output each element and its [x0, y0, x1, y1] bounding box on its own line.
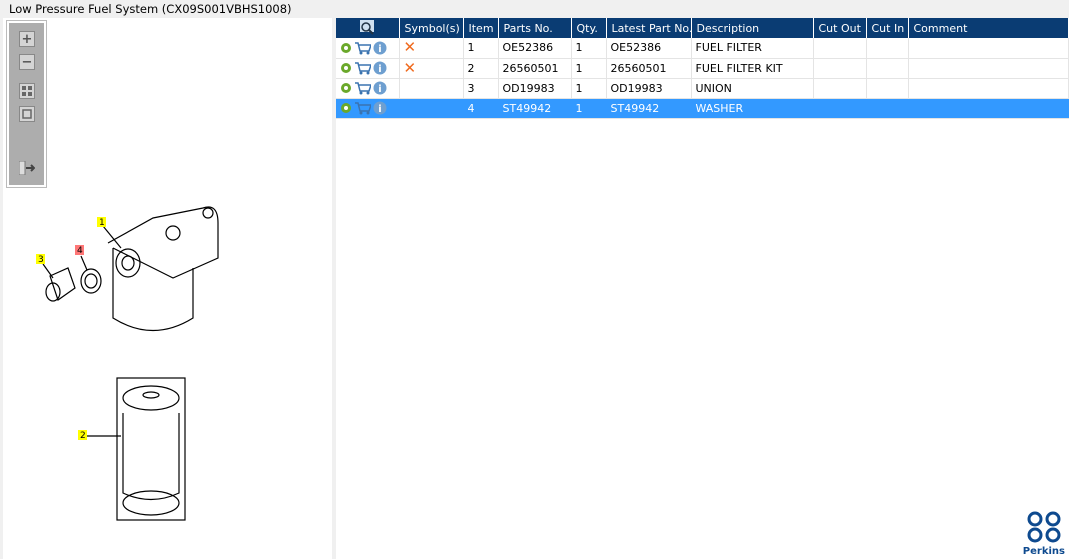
shopping-cart-icon[interactable] — [354, 61, 371, 75]
parts-table: Symbol(s) Item Parts No. Qty. Latest Par… — [336, 18, 1069, 119]
illustration-panel: + − 1 2 3 4 — [3, 18, 332, 559]
zoom-out-button[interactable]: − — [19, 54, 35, 70]
table-row[interactable]: i ✕ 2 26560501 1 26560501 FUEL FILTER KIT — [336, 58, 1069, 79]
callout-1[interactable]: 1 — [99, 218, 105, 228]
parts-list-panel: Symbol(s) Item Parts No. Qty. Latest Par… — [336, 18, 1069, 559]
info-icon[interactable]: i — [373, 41, 387, 55]
toggle-panel-button[interactable] — [19, 160, 35, 176]
cell-item: 2 — [463, 58, 499, 79]
cell-cutout — [813, 98, 867, 119]
cell-qty: 1 — [571, 78, 607, 99]
cell-latest: 26560501 — [606, 58, 692, 79]
gear-icon[interactable] — [340, 62, 352, 74]
plus-icon: + — [21, 31, 33, 47]
callout-2[interactable]: 2 — [80, 431, 86, 441]
callout-3[interactable]: 3 — [38, 255, 44, 265]
cell-latest: OD19983 — [606, 78, 692, 99]
cell-symbol: ✕ — [399, 58, 464, 79]
cell-cutin — [866, 58, 909, 79]
cell-cutout — [813, 38, 867, 59]
row-actions: i — [336, 58, 400, 79]
svg-text:i: i — [378, 44, 381, 55]
cell-part: ST49942 — [498, 98, 572, 119]
cell-symbol — [399, 98, 464, 119]
svg-text:i: i — [378, 104, 381, 115]
viewer-toolbar: + − — [6, 20, 47, 188]
header-parts-no[interactable]: Parts No. — [498, 18, 572, 38]
table-row[interactable]: i ✕ 1 OE52386 1 OE52386 FUEL FILTER — [336, 38, 1069, 59]
cell-desc: UNION — [691, 78, 814, 99]
callout-4[interactable]: 4 — [77, 246, 83, 256]
gear-icon[interactable] — [340, 102, 352, 114]
cell-qty: 1 — [571, 58, 607, 79]
search-icon — [360, 19, 375, 35]
header-item[interactable]: Item — [463, 18, 499, 38]
shopping-cart-icon[interactable] — [354, 41, 371, 55]
cell-item: 1 — [463, 38, 499, 59]
gear-icon[interactable] — [340, 82, 352, 94]
cell-qty: 1 — [571, 98, 607, 119]
header-latest-part-no[interactable]: Latest Part No. — [606, 18, 692, 38]
info-icon[interactable]: i — [373, 61, 387, 75]
cell-desc: WASHER — [691, 98, 814, 119]
cell-desc: FUEL FILTER — [691, 38, 814, 59]
square-icon — [22, 109, 32, 119]
header-symbols[interactable]: Symbol(s) — [399, 18, 464, 38]
perkins-logo-icon — [1027, 511, 1061, 543]
cell-comment — [908, 38, 1069, 59]
page-title: Low Pressure Fuel System (CX09S001VBHS10… — [9, 2, 292, 16]
header-description[interactable]: Description — [691, 18, 814, 38]
cell-cutin — [866, 78, 909, 99]
cell-latest: OE52386 — [606, 38, 692, 59]
cell-cutout — [813, 78, 867, 99]
cell-part: OD19983 — [498, 78, 572, 99]
cell-part: 26560501 — [498, 58, 572, 79]
zoom-in-button[interactable]: + — [19, 31, 35, 47]
cell-latest: ST49942 — [606, 98, 692, 119]
header-qty[interactable]: Qty. — [571, 18, 607, 38]
shopping-cart-icon[interactable] — [354, 81, 371, 95]
table-row[interactable]: i 3 OD19983 1 OD19983 UNION — [336, 78, 1069, 99]
shopping-cart-icon[interactable] — [354, 101, 371, 115]
header-comment[interactable]: Comment — [908, 18, 1069, 38]
row-actions: i — [336, 98, 400, 119]
header-cut-out[interactable]: Cut Out — [813, 18, 867, 38]
cell-cutin — [866, 98, 909, 119]
search-column-header[interactable] — [336, 18, 400, 38]
table-row[interactable]: i 4 ST49942 1 ST49942 WASHER — [336, 98, 1069, 119]
perkins-logo: Perkins — [1023, 511, 1065, 557]
cell-item: 3 — [463, 78, 499, 99]
grid-icon — [22, 86, 32, 96]
svg-text:i: i — [378, 64, 381, 75]
cell-cutin — [866, 38, 909, 59]
gear-icon[interactable] — [340, 42, 352, 54]
row-actions: i — [336, 38, 400, 59]
row-actions: i — [336, 78, 400, 99]
cell-item: 4 — [463, 98, 499, 119]
info-icon[interactable]: i — [373, 101, 387, 115]
cell-symbol — [399, 78, 464, 99]
panel-arrow-icon — [19, 161, 35, 175]
actual-size-button[interactable] — [19, 106, 35, 122]
cell-symbol: ✕ — [399, 38, 464, 59]
header-cut-in[interactable]: Cut In — [866, 18, 909, 38]
cell-comment — [908, 98, 1069, 119]
parts-diagram[interactable]: 1 2 3 4 — [3, 188, 332, 528]
cell-part: OE52386 — [498, 38, 572, 59]
svg-text:i: i — [378, 84, 381, 95]
cell-comment — [908, 58, 1069, 79]
info-icon[interactable]: i — [373, 81, 387, 95]
cell-qty: 1 — [571, 38, 607, 59]
minus-icon: − — [21, 54, 33, 70]
cell-comment — [908, 78, 1069, 99]
cell-desc: FUEL FILTER KIT — [691, 58, 814, 79]
fit-all-button[interactable] — [19, 83, 35, 99]
cell-cutout — [813, 58, 867, 79]
